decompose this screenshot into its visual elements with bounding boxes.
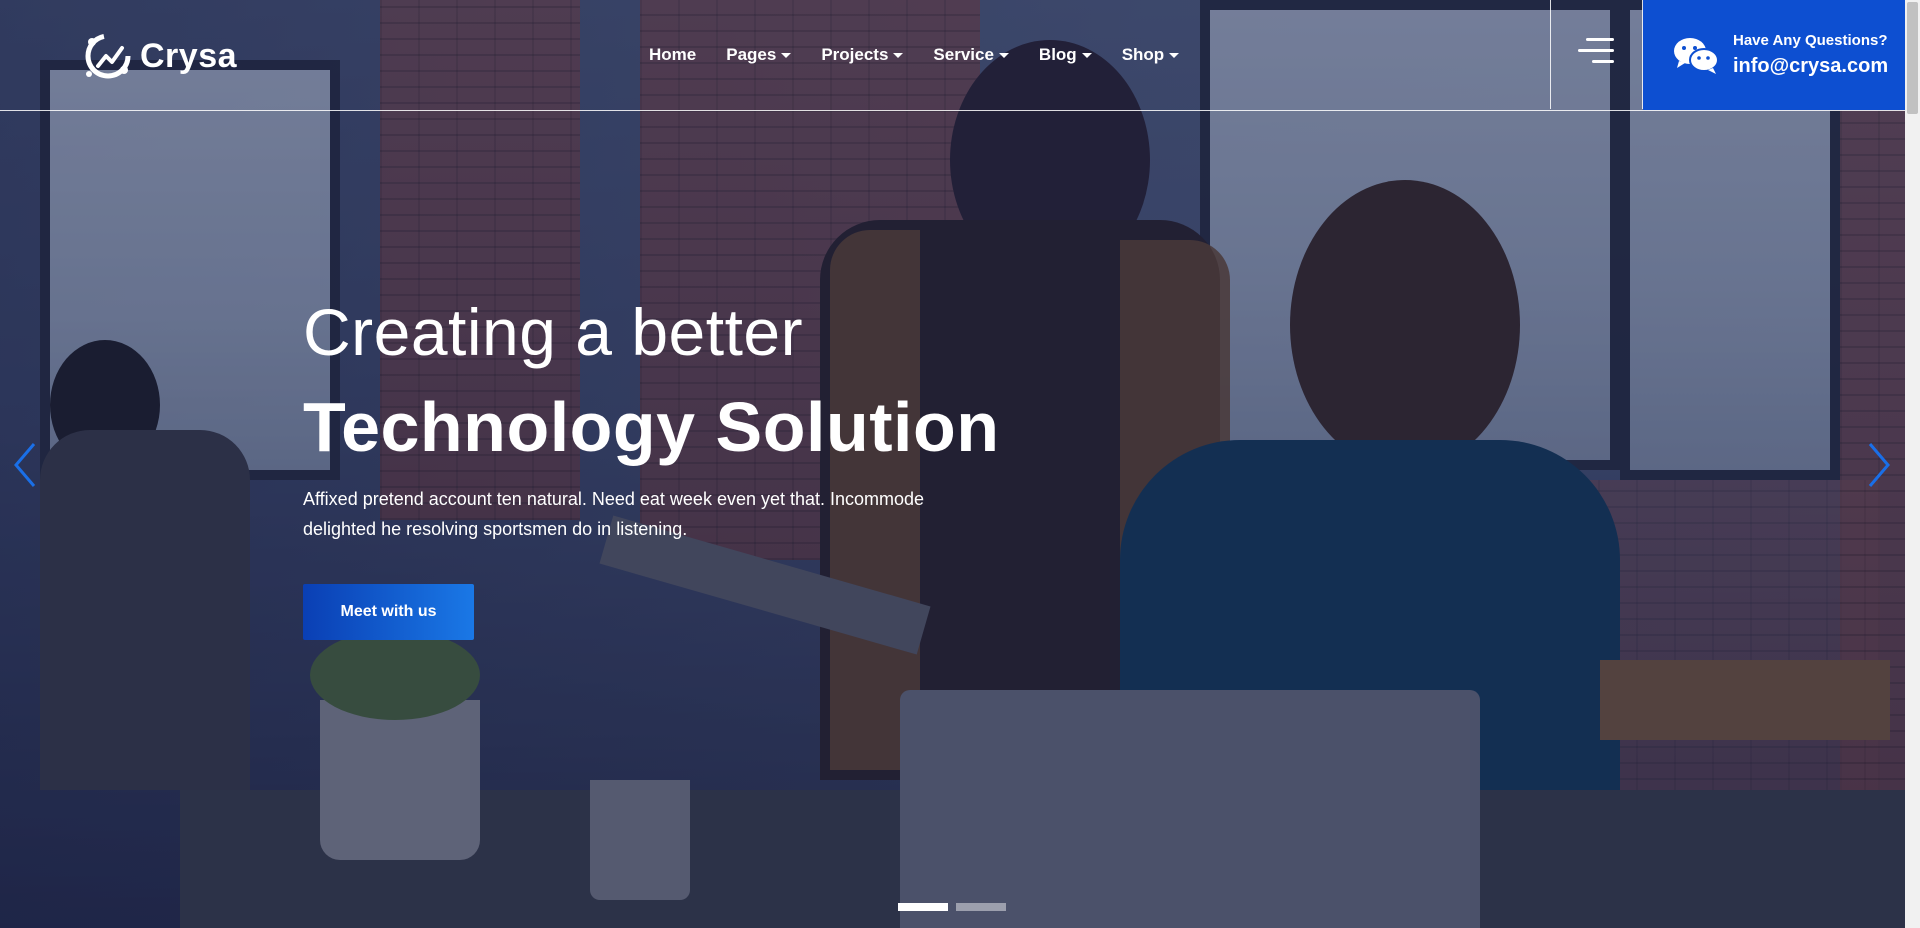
- main-nav: Home Pages Projects Service Blog Shop: [649, 0, 1209, 110]
- caret-down-icon: [781, 53, 792, 58]
- slider-prev-arrow-icon[interactable]: [8, 440, 42, 490]
- slider-dot-1[interactable]: [898, 903, 948, 911]
- caret-down-icon: [1081, 53, 1092, 58]
- header-divider: [1550, 0, 1551, 109]
- nav-item-pages[interactable]: Pages: [726, 45, 792, 65]
- slider-next-arrow-icon[interactable]: [1862, 440, 1896, 490]
- caret-down-icon: [1169, 53, 1180, 58]
- contact-box: Have Any Questions? info@crysa.com: [1643, 0, 1905, 110]
- hamburger-menu-icon[interactable]: [1578, 38, 1614, 64]
- nav-item-projects[interactable]: Projects: [821, 45, 904, 65]
- scrollbar-thumb[interactable]: [1907, 2, 1918, 114]
- logo-text: Crysa: [140, 36, 238, 75]
- logo[interactable]: Crysa: [80, 28, 237, 84]
- nav-item-label: Shop: [1121, 45, 1165, 64]
- nav-item-label: Home: [649, 45, 697, 64]
- hero-heading: Technology Solution: [303, 388, 1000, 466]
- meet-with-us-button[interactable]: Meet with us: [303, 584, 474, 640]
- hero-content: Creating a better Technology Solution Af…: [303, 292, 999, 640]
- slider-dot-2[interactable]: [956, 903, 1006, 911]
- hero-description: Affixed pretend account ten natural. Nee…: [303, 489, 925, 539]
- slider-pagination: [898, 903, 1006, 911]
- nav-item-label: Pages: [726, 45, 777, 64]
- wechat-icon: [1674, 38, 1719, 74]
- site-header: Crysa Home Pages Projects Service Blog S…: [0, 0, 1905, 111]
- contact-email-link[interactable]: info@crysa.com: [1733, 55, 1888, 78]
- page-viewport: Crysa Home Pages Projects Service Blog S…: [0, 0, 1905, 928]
- nav-item-home[interactable]: Home: [649, 45, 696, 65]
- caret-down-icon: [998, 53, 1009, 58]
- logo-icon: [85, 33, 131, 79]
- nav-item-service[interactable]: Service: [933, 45, 1009, 65]
- nav-item-shop[interactable]: Shop: [1122, 45, 1180, 65]
- nav-item-label: Projects: [821, 45, 889, 64]
- hero-subheading: Creating a better: [303, 295, 804, 369]
- nav-item-label: Service: [933, 45, 994, 64]
- nav-item-label: Blog: [1038, 45, 1077, 64]
- nav-item-blog[interactable]: Blog: [1039, 45, 1092, 65]
- page-scrollbar[interactable]: [1905, 0, 1920, 928]
- caret-down-icon: [893, 53, 904, 58]
- contact-question: Have Any Questions?: [1733, 32, 1888, 49]
